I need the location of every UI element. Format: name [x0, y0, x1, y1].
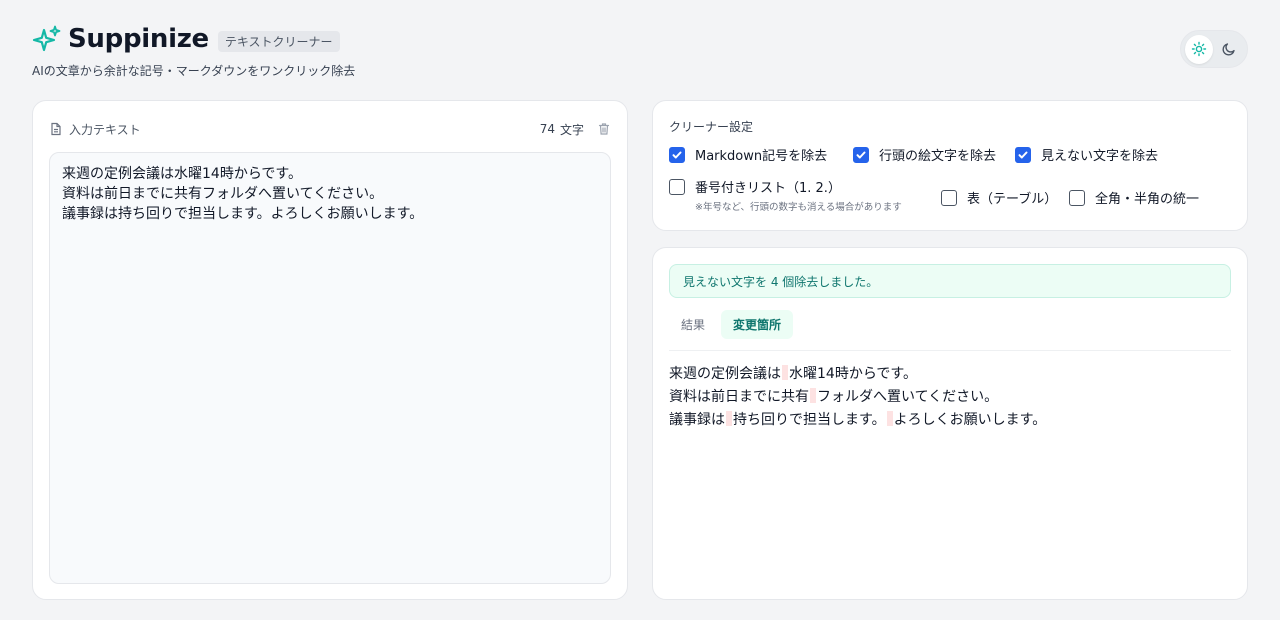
diff-output[interactable]: 来週の定例会議は 水曜14時からです。 資料は前日までに共有 フォルダへ置いてくださ… — [669, 363, 1046, 432]
check-icon — [856, 151, 866, 158]
option-note: ※年号など、行頭の数字も消える場合があります — [695, 202, 902, 213]
status-notice: 見えない文字を 4 個除去しました。 — [669, 264, 1231, 298]
option-label: 行頭の絵文字を除去 — [879, 149, 997, 164]
diff-segment: フォルダへ置いてください。 — [817, 389, 999, 405]
removed-char-marker — [886, 411, 893, 426]
diff-segment: 資料は前日までに共有 — [669, 389, 809, 405]
settings-title: クリーナー設定 — [669, 120, 754, 134]
removed-char-marker — [726, 411, 732, 426]
removed-char-marker — [810, 388, 816, 403]
brand: Suppinize テキストクリーナー — [32, 22, 355, 56]
tab-divider — [669, 350, 1231, 351]
theme-toggle — [1180, 30, 1248, 68]
option-label: 全角・半角の統一 — [1095, 192, 1200, 207]
option-label: 番号付きリスト（1. 2.） — [695, 181, 841, 196]
tab-changes[interactable]: 変更箇所 — [721, 310, 794, 339]
tab-result[interactable]: 結果 — [669, 310, 717, 339]
option-width-normalize[interactable]: 全角・半角の統一 — [1069, 188, 1199, 207]
settings-panel: クリーナー設定 Markdown記号を除去 行頭の絵文字を除去 見えない文字を除… — [652, 100, 1248, 231]
diff-line: 議事録は 持ち回りで担当します。 よろしくお願いします。 — [669, 409, 1046, 432]
check-icon — [672, 151, 682, 158]
input-panel: 入力テキスト 74 文字 来週の定例会議は水曜14時からです。 資料は前日までに… — [32, 100, 628, 600]
option-table[interactable]: 表（テーブル） — [941, 188, 1057, 207]
checkbox-unchecked[interactable] — [669, 178, 685, 195]
diff-segment: 持ち回りで担当します。 — [733, 412, 886, 428]
checkbox-unchecked[interactable] — [1069, 189, 1085, 206]
diff-segment: 議事録は — [669, 412, 725, 428]
dark-theme-button[interactable] — [1215, 35, 1243, 64]
app-tag: テキストクリーナー — [217, 30, 340, 52]
app-header: Suppinize テキストクリーナー AIの文章から余計な記号・マークダウンを… — [32, 22, 355, 79]
input-title: 入力テキスト — [69, 122, 141, 137]
trash-icon — [598, 123, 610, 135]
removed-char-marker — [782, 365, 788, 380]
option-label: Markdown記号を除去 — [695, 149, 828, 164]
app-subtitle: AIの文章から余計な記号・マークダウンをワンクリック除去 — [32, 64, 356, 78]
option-remove-invisible[interactable]: 見えない文字を除去 — [1015, 145, 1158, 164]
checkbox-checked[interactable] — [1015, 146, 1031, 163]
sun-icon — [1191, 41, 1207, 57]
check-icon — [1018, 151, 1028, 158]
char-count: 74 — [539, 122, 555, 136]
input-header: 入力テキスト — [49, 121, 141, 138]
sparkle-icon — [32, 24, 62, 54]
input-line: 資料は前日までに共有フォルダへ置いてください。 — [62, 186, 384, 202]
checkbox-unchecked[interactable] — [941, 189, 957, 206]
clear-button[interactable] — [597, 122, 611, 136]
checkbox-checked[interactable] — [853, 146, 869, 163]
light-theme-button[interactable] — [1185, 34, 1213, 64]
result-tabs: 結果 変更箇所 — [669, 310, 794, 339]
option-numbered-list[interactable]: 番号付きリスト（1. 2.） — [669, 177, 841, 196]
diff-line: 来週の定例会議は 水曜14時からです。 — [669, 363, 1046, 386]
input-textarea[interactable]: 来週の定例会議は水曜14時からです。 資料は前日までに共有フォルダへ置いてくださ… — [49, 152, 611, 584]
option-remove-markdown[interactable]: Markdown記号を除去 — [669, 145, 827, 164]
option-remove-emoji[interactable]: 行頭の絵文字を除去 — [853, 145, 996, 164]
document-icon — [51, 122, 61, 136]
option-label: 見えない文字を除去 — [1041, 149, 1159, 164]
input-line: 議事録は持ち回りで担当します。よろしくお願いします。 — [62, 206, 424, 222]
diff-line: 資料は前日までに共有 フォルダへ置いてください。 — [669, 386, 1046, 409]
app-title: Suppinize — [68, 24, 209, 54]
input-line: 来週の定例会議は水曜14時からです。 — [62, 166, 302, 182]
diff-segment: 来週の定例会議は — [669, 366, 781, 382]
result-panel: 見えない文字を 4 個除去しました。 結果 変更箇所 来週の定例会議は 水曜14時… — [652, 247, 1248, 600]
moon-icon — [1222, 43, 1235, 56]
diff-segment: よろしくお願いします。 — [893, 412, 1047, 428]
diff-segment: 水曜14時からです。 — [789, 366, 917, 382]
char-unit: 文字 — [559, 122, 584, 137]
checkbox-checked[interactable] — [669, 146, 685, 163]
char-counter: 74 文字 — [540, 121, 611, 138]
option-label: 表（テーブル） — [967, 192, 1058, 207]
